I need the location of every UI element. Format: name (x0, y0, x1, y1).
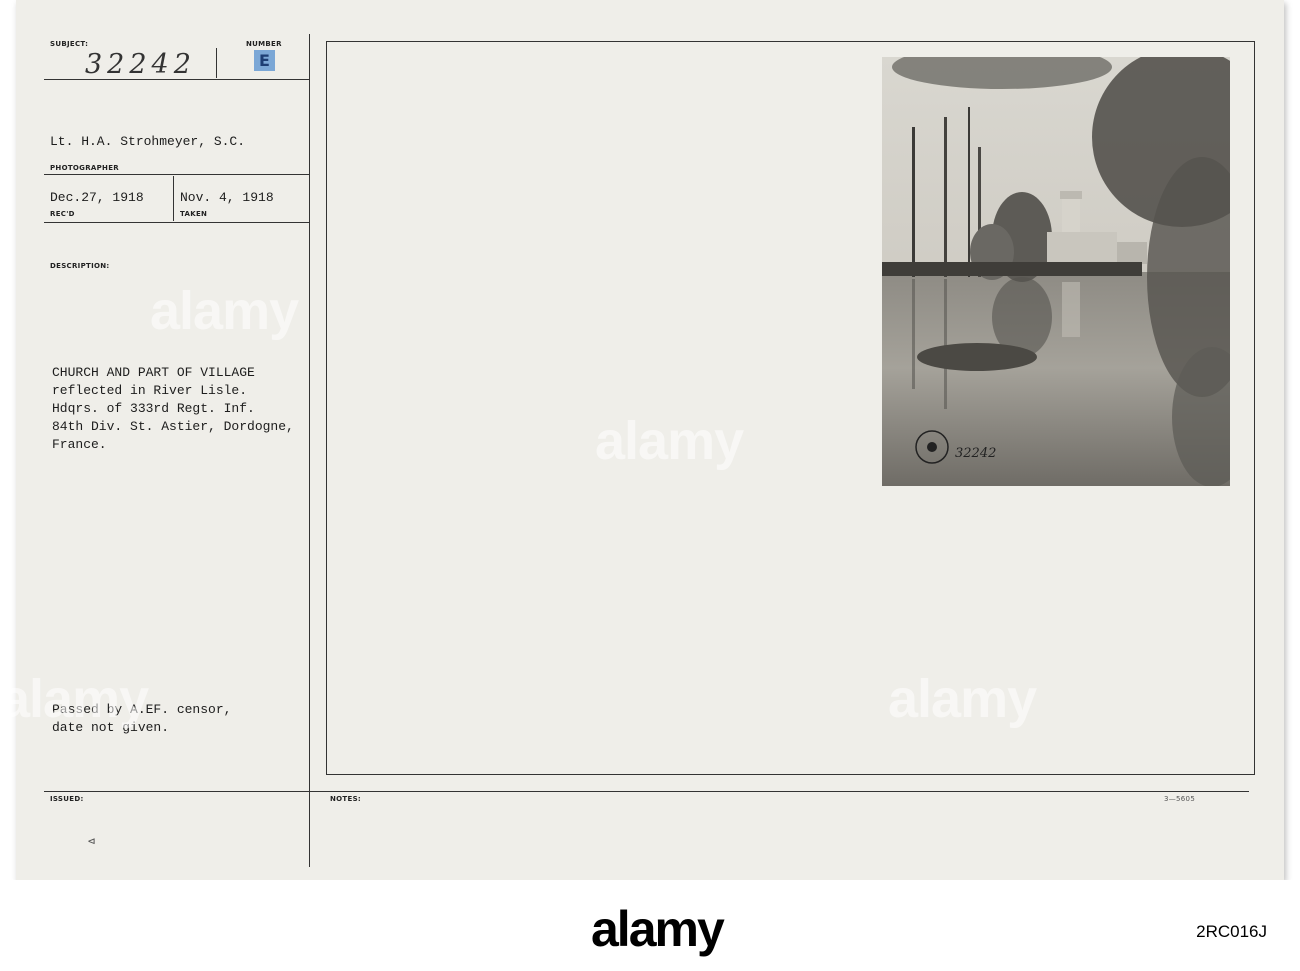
number-stamp: E (254, 50, 275, 71)
footer-logo: alamy (591, 901, 725, 957)
form-number: 3—5605 (1164, 795, 1196, 803)
river-church-photo (882, 57, 1230, 486)
received-date: Dec.27, 1918 (50, 190, 144, 205)
print-number: 32242 (955, 446, 997, 461)
photograph (882, 57, 1230, 486)
description-line: CHURCH AND PART OF VILLAGE (52, 365, 255, 380)
divider (216, 48, 217, 78)
divider (173, 176, 174, 221)
watermark: alamy (0, 669, 149, 729)
number-label: NUMBER (246, 40, 282, 48)
taken-date: Nov. 4, 1918 (180, 190, 274, 205)
photographer-name: Lt. H.A. Strohmeyer, S.C. (50, 134, 246, 149)
received-label: REC'D (50, 210, 75, 218)
watermark: alamy (595, 411, 744, 471)
bottom-rule (44, 791, 1249, 792)
notes-label: NOTES: (330, 795, 362, 803)
description-label: DESCRIPTION: (50, 262, 110, 270)
watermark: alamy (150, 281, 299, 341)
description-line: France. (52, 437, 107, 452)
watermark: alamy (888, 669, 1037, 729)
subject-number-handwritten: 32242 (85, 49, 196, 80)
subject-label: SUBJECT: (50, 40, 89, 48)
issued-mark: ⊲ (88, 835, 96, 849)
divider (44, 222, 309, 223)
column-divider (309, 34, 310, 867)
issued-label: ISSUED: (50, 795, 84, 803)
description-line: reflected in River Lisle. (52, 383, 248, 398)
divider (44, 79, 309, 80)
divider (44, 174, 309, 175)
image-id: 2RC016J (1196, 922, 1267, 941)
description-line: 84th Div. St. Astier, Dordogne, (52, 419, 294, 434)
taken-label: TAKEN (180, 210, 208, 218)
photographer-label: PHOTOGRAPHER (50, 164, 119, 172)
description-line: Hdqrs. of 333rd Regt. Inf. (52, 401, 255, 416)
